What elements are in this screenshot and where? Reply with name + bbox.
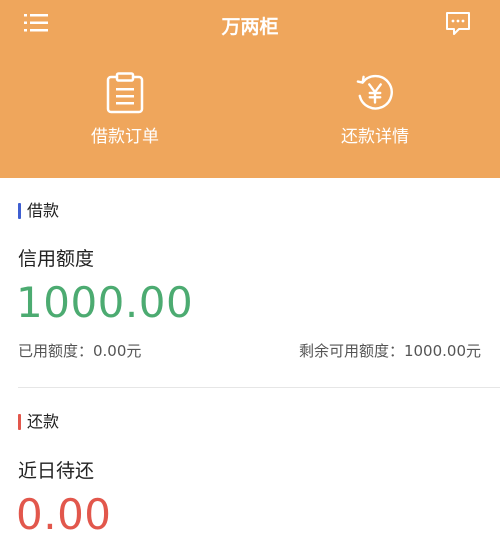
available-limit-text: 剩余可用额度：1000.00元 xyxy=(298,342,481,360)
section-accent-bar xyxy=(18,203,21,219)
due-soon-label: 近日待还 xyxy=(18,460,95,482)
used-limit-text: 已用额度：0.00元 xyxy=(18,342,142,360)
credit-limit-amount: 1000.00 xyxy=(16,278,194,327)
clipboard-icon xyxy=(106,72,144,114)
repay-details-button[interactable]: 还款详情 xyxy=(295,72,455,147)
message-icon xyxy=(446,12,470,35)
due-soon-amount: 0.00 xyxy=(16,490,112,539)
message-button[interactable] xyxy=(444,10,472,38)
section-accent-bar xyxy=(18,414,21,430)
repay-section-title: 还款 xyxy=(18,412,59,432)
credit-limit-label: 信用额度 xyxy=(18,248,95,270)
page-title: 万两柜 xyxy=(221,16,279,38)
loan-section-label: 借款 xyxy=(27,201,60,220)
section-divider xyxy=(18,387,500,388)
repay-section-label: 还款 xyxy=(27,412,60,431)
loan-orders-button[interactable]: 借款订单 xyxy=(45,72,205,147)
loan-section-title: 借款 xyxy=(18,201,59,221)
repay-details-label: 还款详情 xyxy=(341,127,409,147)
app-header: 万两柜 借款订单 还款详情 xyxy=(0,0,500,178)
loan-orders-label: 借款订单 xyxy=(91,127,159,147)
repay-yen-icon xyxy=(356,74,393,110)
